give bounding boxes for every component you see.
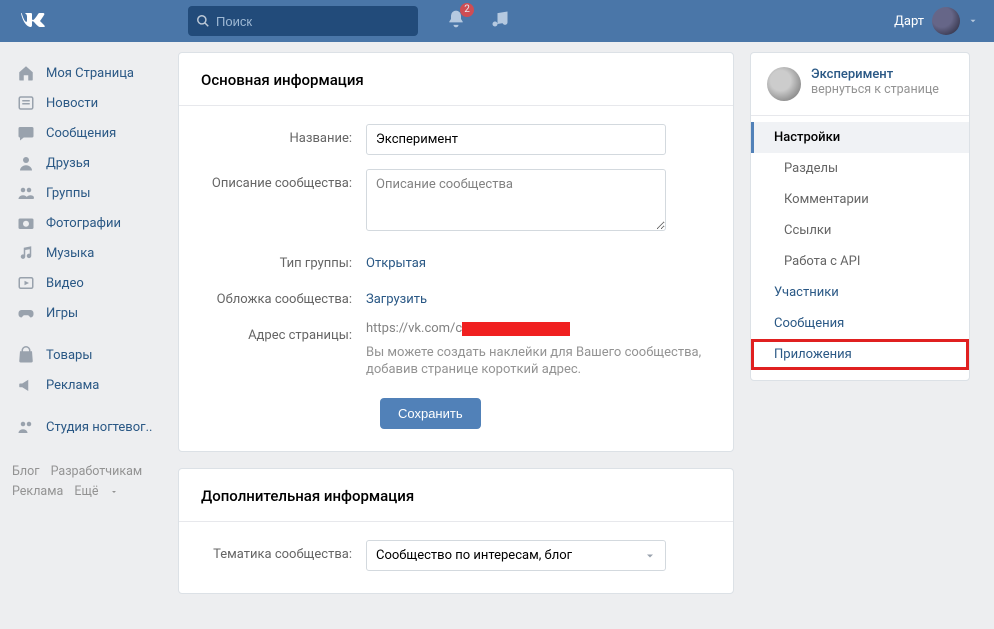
users-icon [16,183,36,203]
left-nav: Моя Страница Новости Сообщения Друзья Гр… [12,52,162,502]
nav-label: Моя Страница [46,66,134,81]
bag-icon [16,345,36,365]
settings-menu: Настройки Разделы Комментарии Ссылки Раб… [751,116,969,380]
note-icon [16,243,36,263]
notifications-button[interactable]: 2 [446,9,466,33]
select-value: Сообщество по интересам, блог [376,548,572,563]
nav-groups[interactable]: Группы [12,178,162,208]
nav-label: Студия ногтевог.. [46,420,152,435]
settings-menu-card: Эксперимент вернуться к странице Настрой… [750,52,970,381]
vk-logo[interactable] [10,12,68,30]
home-icon [16,63,36,83]
nav-label: Реклама [46,378,99,393]
menu-comments[interactable]: Комментарии [751,184,969,215]
chevron-down-icon [110,488,118,496]
nav-friends[interactable]: Друзья [12,148,162,178]
section-title: Дополнительная информация [179,469,733,522]
address-help: Вы можете создать наклейки для Вашего со… [366,344,706,378]
avatar [932,7,960,35]
upload-cover-link[interactable]: Загрузить [366,285,427,307]
nav-label: Музыка [46,246,94,261]
notif-badge: 2 [460,3,474,17]
community-avatar [767,67,801,101]
label-cover: Обложка сообщества: [201,285,366,307]
nav-ads[interactable]: Реклама [12,370,162,400]
name-input[interactable] [366,124,666,155]
label-type: Тип группы: [201,249,366,271]
nav-label: Друзья [46,156,90,171]
nav-music[interactable]: Музыка [12,238,162,268]
search-icon [196,14,210,28]
nav-my-page[interactable]: Моя Страница [12,58,162,88]
menu-members[interactable]: Участники [751,277,969,308]
nav-label: Фотографии [46,216,121,231]
nav-label: Видео [46,276,84,291]
menu-sections[interactable]: Разделы [751,153,969,184]
group-type-link[interactable]: Открытая [366,249,426,271]
nav-video[interactable]: Видео [12,268,162,298]
main-column: Основная информация Название: Описание с… [178,52,734,610]
redacted-block [462,322,570,336]
nav-games[interactable]: Игры [12,298,162,328]
additional-info-card: Дополнительная информация Тематика сообщ… [178,468,734,594]
message-icon [16,123,36,143]
nav-label: Товары [46,348,92,363]
chevron-down-icon [644,550,656,562]
nav-news[interactable]: Новости [12,88,162,118]
footer-ads[interactable]: Реклама [12,484,63,499]
menu-settings[interactable]: Настройки [751,122,969,153]
nav-label: Новости [46,96,98,111]
video-icon [16,273,36,293]
user-menu[interactable]: Дарт [894,7,978,35]
music-icon [490,9,510,29]
description-input[interactable] [366,169,666,231]
chevron-down-icon [968,16,978,26]
camera-icon [16,213,36,233]
menu-api[interactable]: Работа с API [751,246,969,277]
news-icon [16,93,36,113]
menu-messages[interactable]: Сообщения [751,308,969,339]
nav-label: Игры [46,306,78,321]
footer-links: Блог Разработчикам Реклама Ещё [12,462,162,502]
menu-links[interactable]: Ссылки [751,215,969,246]
footer-dev[interactable]: Разработчикам [51,464,143,479]
nav-label: Группы [46,186,90,201]
right-column: Эксперимент вернуться к странице Настрой… [750,52,970,381]
nav-label: Сообщения [46,126,116,141]
community-name: Эксперимент [811,67,939,82]
users-icon [16,417,36,437]
footer-more[interactable]: Ещё [74,484,117,499]
label-desc: Описание сообщества: [201,169,366,191]
footer-blog[interactable]: Блог [12,464,39,479]
user-icon [16,153,36,173]
subject-select[interactable]: Сообщество по интересам, блог [366,540,666,571]
nav-market[interactable]: Товары [12,340,162,370]
community-header[interactable]: Эксперимент вернуться к странице [751,53,969,116]
section-title: Основная информация [179,53,733,106]
user-name: Дарт [894,14,924,29]
top-header: 2 Дарт [0,0,994,42]
menu-apps[interactable]: Приложения [751,339,969,370]
nav-managed-group[interactable]: Студия ногтевог.. [12,412,162,442]
search-input[interactable] [216,14,410,29]
basic-info-card: Основная информация Название: Описание с… [178,52,734,452]
gamepad-icon [16,303,36,323]
label-subject: Тематика сообщества: [201,540,366,562]
nav-messages[interactable]: Сообщения [12,118,162,148]
label-name: Название: [201,124,366,146]
back-link[interactable]: вернуться к странице [811,82,939,97]
nav-photos[interactable]: Фотографии [12,208,162,238]
save-button[interactable]: Сохранить [380,398,481,429]
megaphone-icon [16,375,36,395]
music-button[interactable] [490,9,510,33]
address-input[interactable]: https://vk.com/c [366,321,711,336]
label-address: Адрес страницы: [201,321,366,343]
url-prefix: https://vk.com/c [366,321,462,336]
search-box[interactable] [188,6,418,36]
